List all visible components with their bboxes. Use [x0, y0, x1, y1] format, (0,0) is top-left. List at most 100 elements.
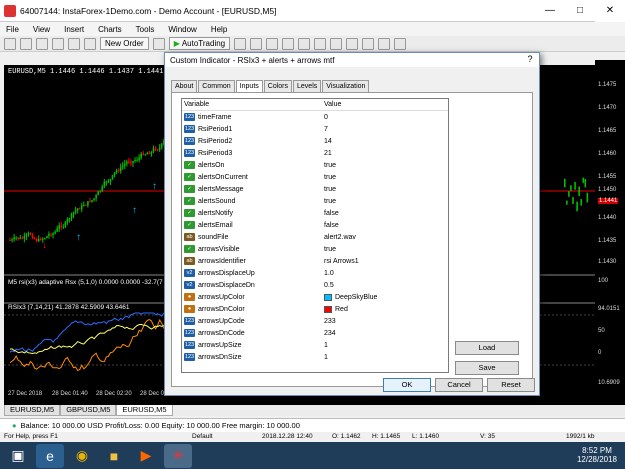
chart-tab[interactable]: EURUSD,M5	[4, 405, 61, 416]
templates-icon[interactable]	[394, 37, 407, 50]
variable-value[interactable]: false	[324, 222, 339, 229]
variable-value[interactable]: 1	[324, 354, 328, 361]
variable-value[interactable]: true	[324, 174, 336, 181]
zoom-in-icon[interactable]	[282, 37, 295, 50]
input-row[interactable]: ✓ alertsOnCurrent true	[182, 171, 448, 183]
input-row[interactable]: 123 RsiPeriod3 21	[182, 147, 448, 159]
taskbar-chrome[interactable]: ◉	[68, 444, 96, 468]
menu-window[interactable]: Window	[168, 25, 196, 34]
input-row[interactable]: ● arrowsDnColor Red	[182, 303, 448, 315]
menu-help[interactable]: Help	[211, 25, 227, 34]
variable-value[interactable]: 234	[324, 330, 336, 337]
input-row[interactable]: ✓ alertsEmail false	[182, 219, 448, 231]
data-window-icon[interactable]	[52, 37, 64, 50]
maximize-button[interactable]: □	[565, 0, 595, 22]
input-row[interactable]: ✓ alertsNotify false	[182, 207, 448, 219]
variable-value[interactable]: false	[324, 210, 339, 217]
taskbar-mt4[interactable]: ✳	[164, 443, 192, 468]
periods-icon[interactable]	[378, 37, 391, 50]
input-row[interactable]: ab soundFile alert2.wav	[182, 231, 448, 243]
variable-value[interactable]: 233	[324, 318, 336, 325]
value-text: 21	[324, 149, 332, 157]
variable-value[interactable]: Red	[324, 305, 348, 313]
int-type-icon: 123	[184, 125, 195, 133]
tab-levels[interactable]: Levels	[293, 80, 322, 92]
tile-windows-icon[interactable]	[314, 37, 327, 50]
variable-value[interactable]: true	[324, 246, 336, 253]
menu-charts[interactable]: Charts	[98, 25, 122, 34]
variable-value[interactable]: alert2.wav	[324, 234, 356, 241]
taskbar-ie[interactable]: e	[36, 443, 64, 468]
candlestick-icon[interactable]	[250, 37, 263, 50]
input-row[interactable]: 123 timeFrame 0	[182, 111, 448, 123]
reset-button[interactable]: Reset	[487, 378, 535, 392]
autotrading-button[interactable]: ▶ AutoTrading	[168, 37, 231, 50]
navigator-icon[interactable]	[68, 37, 80, 50]
tab-colors[interactable]: Colors	[263, 80, 293, 92]
new-order-button[interactable]: New Order	[100, 37, 149, 50]
variable-value[interactable]: 0	[324, 114, 328, 121]
autoscroll-icon[interactable]	[330, 37, 343, 50]
variable-value[interactable]: 1.0	[324, 270, 334, 277]
variable-value[interactable]: rsi Arrows1	[324, 258, 359, 265]
chart-shift-icon[interactable]	[346, 37, 359, 50]
variable-value[interactable]: true	[324, 186, 336, 193]
tab-visualization[interactable]: Visualization	[322, 80, 370, 92]
taskbar-explorer[interactable]: ■	[100, 444, 128, 468]
input-row[interactable]: 123 RsiPeriod2 14	[182, 135, 448, 147]
line-chart-icon[interactable]	[266, 37, 279, 50]
variable-value[interactable]: true	[324, 198, 336, 205]
tab-about[interactable]: About	[171, 80, 198, 92]
input-row[interactable]: 123 RsiPeriod1 7	[182, 123, 448, 135]
new-chart-icon[interactable]	[4, 37, 16, 50]
variable-value[interactable]: true	[324, 162, 336, 169]
input-row[interactable]: 123 arrowsDnCode 234	[182, 327, 448, 339]
clock[interactable]: 8:52 PM 12/28/2018	[577, 446, 617, 464]
input-row[interactable]: v2 arrowsDisplaceUp 1.0	[182, 267, 448, 279]
input-row[interactable]: v2 arrowsDisplaceDn 0.5	[182, 279, 448, 291]
dbl-type-icon: v2	[184, 269, 195, 277]
variable-value[interactable]: 7	[324, 126, 328, 133]
menu-insert[interactable]: Insert	[64, 25, 84, 34]
input-row[interactable]: ✓ alertsSound true	[182, 195, 448, 207]
variable-value[interactable]: 14	[324, 138, 332, 145]
taskbar-media[interactable]: ▶	[132, 444, 160, 468]
input-row[interactable]: 123 arrowsUpSize 1	[182, 339, 448, 351]
terminal-icon[interactable]	[84, 37, 96, 50]
chart-tab-active[interactable]: EURUSD,M5	[116, 405, 173, 416]
bar-chart-icon[interactable]	[234, 37, 247, 50]
minimize-button[interactable]: —	[535, 0, 565, 22]
menu-tools[interactable]: Tools	[136, 25, 155, 34]
variable-value[interactable]: 21	[324, 150, 332, 157]
tab-common[interactable]: Common	[198, 80, 235, 92]
menu-view[interactable]: View	[33, 25, 50, 34]
input-row[interactable]: ab arrowsIdentifier rsi Arrows1	[182, 255, 448, 267]
indicators-icon[interactable]	[362, 37, 375, 50]
menu-file[interactable]: File	[6, 25, 19, 34]
variable-value[interactable]: DeepSkyBlue	[324, 293, 377, 301]
dialog-help-button[interactable]: ?	[523, 54, 537, 65]
input-row[interactable]: ✓ alertsOn true	[182, 159, 448, 171]
input-row[interactable]: 123 arrowsUpCode 233	[182, 315, 448, 327]
profiles-icon[interactable]	[20, 37, 32, 50]
meta-editor-icon[interactable]	[152, 37, 165, 50]
value-text: 234	[324, 329, 336, 337]
input-row[interactable]: ✓ alertsMessage true	[182, 183, 448, 195]
start-button[interactable]: ▣	[4, 444, 32, 468]
ok-button[interactable]: OK	[383, 378, 431, 392]
candle-body	[105, 181, 108, 183]
variable-value[interactable]: 0.5	[324, 282, 334, 289]
variable-value[interactable]: 1	[324, 342, 328, 349]
save-button[interactable]: Save	[455, 361, 519, 375]
close-window-button[interactable]: ✕	[595, 0, 625, 22]
load-button[interactable]: Load	[455, 341, 519, 355]
candle-body	[578, 186, 580, 197]
input-row[interactable]: 123 arrowsDnSize 1	[182, 351, 448, 363]
input-row[interactable]: ✓ arrowsVisible true	[182, 243, 448, 255]
chart-tab[interactable]: GBPUSD,M5	[60, 405, 117, 416]
zoom-out-icon[interactable]	[298, 37, 311, 50]
market-watch-icon[interactable]	[36, 37, 48, 50]
cancel-button[interactable]: Cancel	[435, 378, 483, 392]
dialog-title: Custom Indicator - RSIx3 + alerts + arro…	[170, 55, 335, 65]
input-row[interactable]: ● arrowsUpColor DeepSkyBlue	[182, 291, 448, 303]
